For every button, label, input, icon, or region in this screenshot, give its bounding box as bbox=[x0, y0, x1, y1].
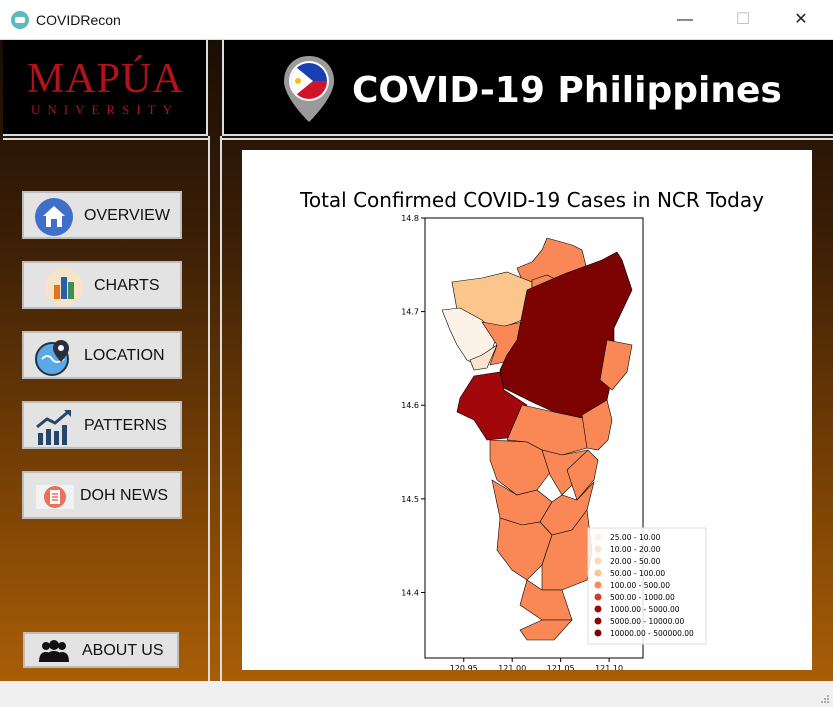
region bbox=[519, 619, 573, 641]
divider-vertical bbox=[220, 136, 222, 681]
app-body: MAPÚA UNIVERSITY COVID-19 Philippines OV… bbox=[0, 40, 833, 681]
charts-label: CHARTS bbox=[94, 277, 160, 294]
legend-label: 50.00 - 100.00 bbox=[610, 569, 665, 578]
legend-label: 1000.00 - 5000.00 bbox=[610, 605, 680, 614]
patterns-label: PATTERNS bbox=[84, 417, 167, 434]
news-icon bbox=[36, 485, 74, 509]
legend-label: 20.00 - 50.00 bbox=[610, 557, 661, 566]
app-icon bbox=[11, 11, 29, 29]
legend-swatch bbox=[594, 593, 602, 601]
legend-label: 25.00 - 10.00 bbox=[610, 533, 661, 542]
divider-horizontal bbox=[222, 138, 833, 140]
university-logo-subtext: UNIVERSITY bbox=[31, 102, 179, 117]
x-tick-label: 121.00 bbox=[498, 664, 526, 670]
trend-up-icon bbox=[36, 410, 71, 445]
y-tick-label: 14.4 bbox=[401, 588, 419, 597]
overview-button[interactable]: OVERVIEW bbox=[22, 191, 182, 239]
charts-button[interactable]: CHARTS bbox=[22, 261, 182, 309]
legend-swatch bbox=[594, 569, 602, 577]
doh-news-label: DOH NEWS bbox=[80, 487, 168, 504]
y-tick-label: 14.8 bbox=[401, 214, 419, 223]
header-panel: COVID-19 Philippines bbox=[222, 40, 833, 136]
legend-swatch bbox=[594, 629, 602, 637]
y-tick-label: 14.6 bbox=[401, 401, 419, 410]
x-tick-label: 121.10 bbox=[595, 664, 623, 670]
logo-panel: MAPÚA UNIVERSITY bbox=[3, 40, 208, 136]
legend-swatch bbox=[594, 557, 602, 565]
about-us-button[interactable]: ABOUT US bbox=[23, 632, 179, 668]
divider-vertical bbox=[208, 136, 210, 681]
location-pin-icon bbox=[35, 340, 69, 376]
about-us-label: ABOUT US bbox=[82, 642, 164, 659]
status-bar bbox=[0, 681, 833, 707]
legend-label: 500.00 - 1000.00 bbox=[610, 593, 675, 602]
home-icon bbox=[35, 198, 73, 236]
legend-swatch bbox=[594, 581, 602, 589]
title-bar: COVIDRecon — ☐ ✕ bbox=[0, 0, 833, 40]
doh-news-button[interactable]: DOH NEWS bbox=[22, 471, 182, 519]
divider-horizontal bbox=[3, 138, 208, 140]
legend-label: 10.00 - 20.00 bbox=[610, 545, 661, 554]
close-button[interactable]: ✕ bbox=[786, 8, 816, 32]
legend-swatch bbox=[594, 545, 602, 553]
legend-swatch bbox=[594, 605, 602, 613]
university-logo-text: MAPÚA bbox=[27, 56, 184, 102]
resize-grip-icon[interactable] bbox=[820, 694, 830, 704]
y-tick-label: 14.7 bbox=[401, 308, 419, 317]
window-title: COVIDRecon bbox=[36, 12, 121, 28]
legend-label: 10000.00 - 500000.00 bbox=[610, 629, 694, 638]
y-tick-label: 14.5 bbox=[401, 495, 419, 504]
ncr-choropleth-map: 120.95 121.00 121.05 121.10 14.814.714.614.… bbox=[401, 214, 707, 670]
x-ticks: 120.95 121.00 121.05 121.10 bbox=[450, 658, 623, 670]
group-icon bbox=[39, 640, 69, 662]
overview-label: OVERVIEW bbox=[84, 207, 170, 224]
x-tick-label: 120.95 bbox=[450, 664, 478, 670]
legend-label: 5000.00 - 10000.00 bbox=[610, 617, 685, 626]
x-tick-label: 121.05 bbox=[547, 664, 575, 670]
patterns-button[interactable]: PATTERNS bbox=[22, 401, 182, 449]
legend-label: 100.00 - 500.00 bbox=[610, 581, 670, 590]
legend-swatch bbox=[594, 533, 602, 541]
legend-swatch bbox=[594, 617, 602, 625]
bar-chart-icon bbox=[45, 268, 83, 306]
location-label: LOCATION bbox=[84, 347, 165, 364]
chart-panel: Total Confirmed COVID-19 Cases in NCR To… bbox=[242, 150, 812, 670]
maximize-button[interactable]: ☐ bbox=[728, 8, 758, 32]
y-ticks: 14.8 14.7 14.6 14.5 14.4 bbox=[401, 214, 425, 597]
minimize-button[interactable]: — bbox=[670, 8, 700, 32]
legend: 25.00 - 10.00 10.00 - 20.00 20.00 - 50.00 5… bbox=[587, 527, 707, 645]
location-button[interactable]: LOCATION bbox=[22, 331, 182, 379]
page-title: COVID-19 Philippines bbox=[352, 70, 782, 111]
philippines-pin-icon bbox=[284, 56, 334, 122]
